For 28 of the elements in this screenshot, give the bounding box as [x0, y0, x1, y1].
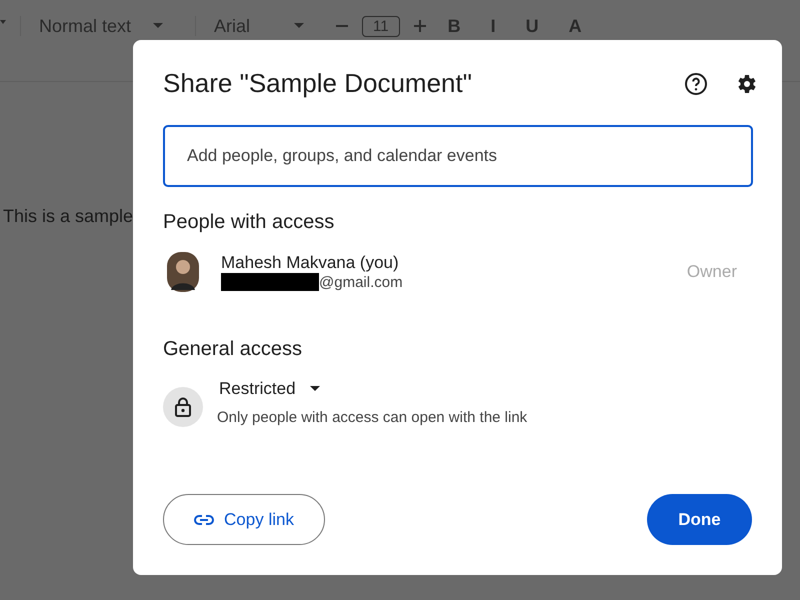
section-heading: People with access	[163, 211, 336, 234]
style-select[interactable]: Normal text	[20, 16, 182, 36]
access-dropdown[interactable]: Restricted	[217, 379, 320, 399]
avatar-icon	[167, 252, 199, 292]
caret-icon	[153, 23, 164, 29]
font-select[interactable]: Arial	[195, 16, 322, 36]
add-people-field[interactable]: Add people, groups, and calendar events	[163, 125, 753, 187]
format-button[interactable]: I	[482, 16, 504, 36]
done-button[interactable]: Done	[647, 494, 752, 545]
access-description: Only people with access can open with the link	[217, 409, 528, 426]
help-icon[interactable]	[684, 72, 708, 96]
caret-icon	[294, 23, 304, 29]
font-size-field[interactable]: 11	[362, 16, 400, 37]
document-text: This is a sample	[3, 206, 134, 227]
format-button[interactable]: U	[518, 16, 547, 36]
section-heading: General access	[163, 338, 303, 361]
copy-link-button[interactable]: Copy link	[163, 494, 325, 545]
person-email: @gmail.com	[319, 274, 403, 290]
person-name: Mahesh Makvana (you)	[221, 253, 400, 273]
role-label: Owner	[686, 262, 737, 282]
caret-icon	[310, 386, 320, 392]
format-button[interactable]: A	[560, 16, 590, 36]
format-button[interactable]: B	[440, 16, 469, 36]
dialog-title: Share "Sample Document"	[163, 68, 472, 99]
plus-icon[interactable]	[414, 20, 426, 32]
link-icon	[194, 514, 214, 524]
caret-icon	[0, 20, 6, 25]
lock-icon	[163, 387, 203, 427]
